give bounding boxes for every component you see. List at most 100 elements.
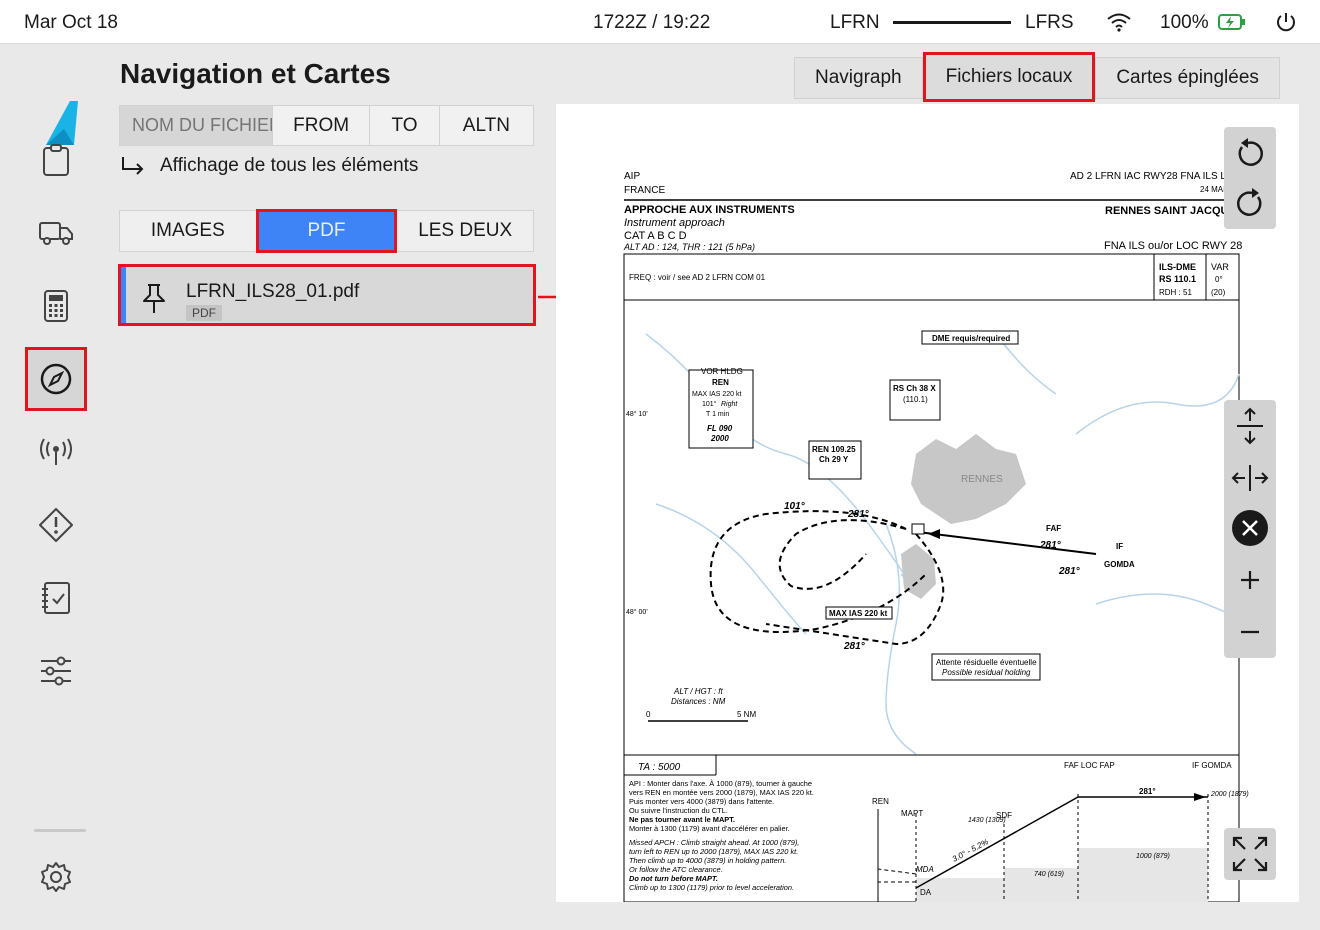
file-list-item[interactable]: LFRN_ILS28_01.pdf PDF	[118, 264, 536, 326]
source-tabs: Navigraph Fichiers locaux Cartes épinglé…	[794, 52, 1280, 102]
profile-2000: 2000 (1879)	[1210, 791, 1249, 798]
chart-attente-fr: Attente résiduelle éventuelle	[936, 658, 1037, 667]
status-date: Mar Oct 18	[24, 12, 118, 33]
chart-hdg281b: 281°	[1058, 566, 1081, 577]
chart-faf: FAF	[1046, 524, 1061, 533]
chart-renfreq: REN 109.25	[812, 445, 856, 454]
compass-icon	[40, 363, 72, 395]
file-type-badge: PDF	[186, 305, 222, 321]
fullscreen-button[interactable]	[1224, 828, 1276, 880]
rotate-ccw-button[interactable]	[1224, 127, 1276, 179]
filter-altn-button[interactable]: ALTN	[438, 106, 533, 145]
warning-diamond-icon	[39, 508, 73, 542]
sidebar-divider	[34, 829, 86, 832]
chart-date: 24 MAI	[1200, 185, 1225, 194]
filter-to-button[interactable]: TO	[369, 106, 438, 145]
chart-deg101: 101°	[702, 400, 717, 408]
chart-if: IF	[1116, 542, 1123, 551]
status-battery: 100%	[1160, 12, 1209, 33]
chart-dme-req: DME requis/required	[932, 334, 1010, 343]
pin-icon[interactable]	[141, 283, 167, 320]
rotate-cw-button[interactable]	[1224, 177, 1276, 229]
status-arrival: LFRS	[1025, 12, 1074, 33]
sidebar-item-settings-sliders[interactable]	[26, 641, 86, 701]
chart-dist: Distances : NM	[671, 697, 726, 706]
sliders-icon	[41, 656, 71, 686]
chart-right: Right	[721, 401, 738, 408]
filename-search-input[interactable]	[120, 106, 272, 145]
sidebar-item-loading[interactable]	[26, 203, 86, 263]
type-images-button[interactable]: IMAGES	[120, 211, 256, 251]
chart-title-fr: APPROCHE AUX INSTRUMENTS	[624, 204, 795, 216]
svg-text:Climb up to 1300 (1179) prior: Climb up to 1300 (1179) prior to level a…	[629, 883, 794, 892]
sidebar-item-checklist[interactable]	[26, 568, 86, 628]
fit-height-button[interactable]	[1224, 400, 1276, 452]
vertical-profile: REN MAPT SDF FAF LOC FAP IF GOMDA 1430 (…	[872, 761, 1249, 902]
type-pdf-button[interactable]: PDF	[255, 209, 398, 253]
svg-text:vers REN en montée vers 2000 (: vers REN en montée vers 2000 (1879), MAX…	[629, 788, 814, 797]
zoom-in-button[interactable]	[1224, 554, 1276, 606]
selected-accent	[121, 267, 126, 323]
chart-hdg281d: 281°	[843, 641, 866, 652]
sidebar-item-navigation[interactable]	[25, 347, 87, 411]
expand-icon	[1224, 828, 1276, 880]
wifi-icon	[1106, 12, 1132, 38]
checklist-icon	[42, 582, 70, 614]
profile-if: IF GOMDA	[1192, 761, 1232, 770]
svg-text:Puis monter vers 4000 (3879) d: Puis monter vers 4000 (3879) dans l'atte…	[629, 797, 774, 806]
show-all-row[interactable]: Affichage de tous les éléments	[120, 155, 418, 177]
chart-rs: RS 110.1	[1159, 274, 1196, 284]
profile-1430: 1430 (1309)	[968, 817, 1006, 824]
chart-gomda: GOMDA	[1104, 560, 1135, 569]
profile-mapt: MAPT	[901, 809, 923, 818]
clipboard-icon	[43, 144, 69, 176]
chart-rdh: RDH : 51	[1159, 288, 1192, 297]
chart-api-text: API : Monter dans l'axe. À 1000 (879), t…	[629, 779, 814, 892]
approach-chart: AIP FRANCE AD 2 LFRN IAC RWY28 FNA ILS L…	[623, 171, 1249, 902]
zoom-out-button[interactable]	[1224, 606, 1276, 658]
chart-country: FRANCE	[624, 185, 665, 196]
chart-rennes: RENNES	[961, 474, 1003, 485]
calculator-icon	[44, 290, 68, 322]
sidebar-item-performance[interactable]	[26, 276, 86, 336]
fit-width-button[interactable]	[1224, 452, 1276, 504]
svg-text:Ne pas tourner avant le MAPT.: Ne pas tourner avant le MAPT.	[629, 815, 735, 824]
sidebar-item-checklist-doc[interactable]	[26, 130, 86, 190]
chart-fl090: FL 090	[707, 424, 733, 433]
power-icon[interactable]	[1275, 11, 1297, 39]
filter-from-button[interactable]: FROM	[272, 106, 369, 145]
file-type-toggle: IMAGES PDF LES DEUX	[119, 209, 534, 253]
profile-ren: REN	[872, 797, 889, 806]
tab-navigraph[interactable]: Navigraph	[794, 57, 923, 99]
page-title: Navigation et Cartes	[120, 58, 391, 89]
tab-pinned-charts[interactable]: Cartes épinglées	[1095, 57, 1280, 99]
close-viewer-button[interactable]	[1224, 502, 1276, 554]
chart-ils-dme: ILS-DME	[1159, 262, 1196, 272]
sidebar-item-alerts[interactable]	[26, 495, 86, 555]
chart-ta: TA : 5000	[638, 762, 681, 773]
svg-text:API : Monter dans l'axe. À 100: API : Monter dans l'axe. À 1000 (879), t…	[629, 779, 812, 788]
chart-viewer[interactable]: AIP FRANCE AD 2 LFRN IAC RWY28 FNA ILS L…	[556, 104, 1299, 902]
tab-local-files[interactable]: Fichiers locaux	[922, 52, 1096, 102]
sidebar-item-settings[interactable]	[26, 847, 86, 907]
chart-title-en: Instrument approach	[624, 217, 725, 229]
sidebar-item-radio[interactable]	[26, 422, 86, 482]
rotate-panel	[1224, 127, 1276, 229]
zoom-panel	[1224, 400, 1276, 658]
fit-height-icon	[1237, 407, 1263, 445]
chart-ren: REN	[712, 378, 729, 387]
chart-one-min: T 1 min	[706, 411, 729, 418]
chart-aip: AIP	[624, 171, 640, 182]
chart-cat: CAT A B C D	[624, 230, 687, 242]
profile-da: DA	[920, 888, 932, 897]
settings-gear-icon	[41, 862, 71, 892]
close-icon	[1232, 510, 1268, 546]
return-arrow-icon	[122, 157, 144, 175]
profile-1000: 1000 (879)	[1136, 853, 1170, 860]
chart-var-yr: (20)	[1211, 288, 1226, 297]
type-both-button[interactable]: LES DEUX	[397, 211, 533, 251]
file-name: LFRN_ILS28_01.pdf	[186, 281, 360, 302]
chart-var: VAR	[1211, 262, 1229, 272]
chart-fna: FNA ILS ou/or LOC RWY 28	[1104, 240, 1242, 252]
svg-text:Missed APCH : Climb straight a: Missed APCH : Climb straight ahead. At 1…	[629, 838, 799, 847]
